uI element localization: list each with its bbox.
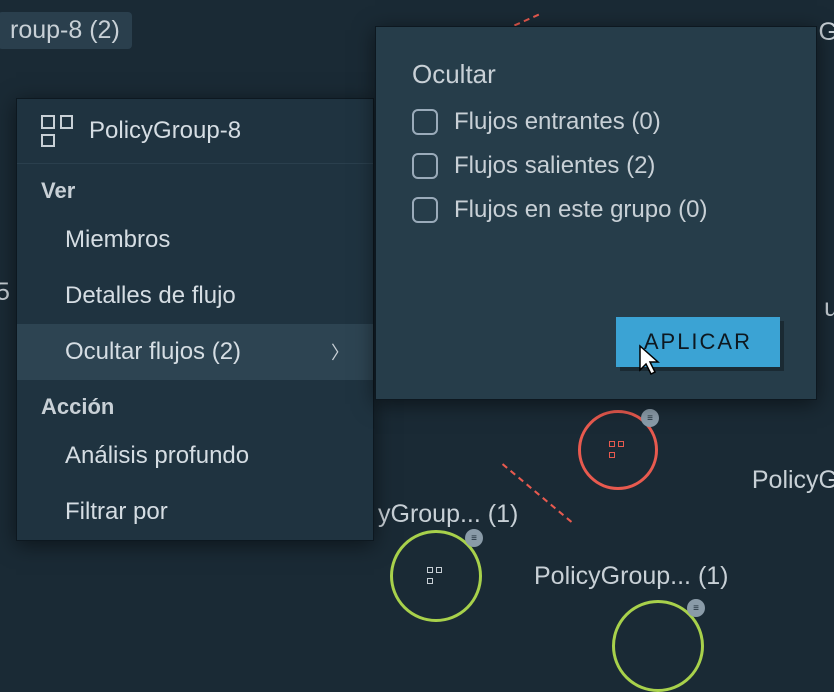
node-badge-icon: ≡ [465,529,483,547]
checkbox-label: Flujos entrantes (0) [454,108,661,136]
menu-item-deep-analysis[interactable]: Análisis profundo [17,428,373,484]
graph-node[interactable]: ≡ [578,410,658,490]
menu-section-view: Ver [17,164,373,212]
checkbox-icon [412,109,438,135]
menu-item-label: Ocultar flujos (2) [65,338,241,366]
submenu-title: Ocultar [412,59,780,90]
checkbox-label: Flujos en este grupo (0) [454,196,707,224]
graph-node[interactable]: ≡ [390,530,482,622]
apply-button[interactable]: APLICAR [616,317,780,367]
bg-node-label: PolicyGroup... (1) [534,562,729,591]
bg-node-label: yGroup... (1) [378,500,518,529]
group-icon [609,441,627,459]
checkbox-group-flows[interactable]: Flujos en este grupo (0) [412,196,780,224]
menu-header: PolicyGroup-8 [17,99,373,164]
context-menu: PolicyGroup-8 Ver Miembros Detalles de f… [16,98,374,541]
bg-node-label: roup-8 (2) [0,12,132,49]
menu-item-label: Detalles de flujo [65,282,236,310]
graph-node[interactable]: ≡ [612,600,704,692]
menu-item-flow-details[interactable]: Detalles de flujo [17,268,373,324]
checkbox-label: Flujos salientes (2) [454,152,655,180]
menu-item-label: Miembros [65,226,170,254]
bg-node-label: 5 [0,278,10,307]
group-icon [427,567,445,585]
menu-item-label: Filtrar por [65,498,168,526]
bg-node-label: u [824,294,834,323]
menu-title: PolicyGroup-8 [89,117,241,145]
menu-item-filter-by[interactable]: Filtrar por [17,484,373,540]
checkbox-icon [412,153,438,179]
group-icon [41,115,73,147]
checkbox-incoming-flows[interactable]: Flujos entrantes (0) [412,108,780,136]
checkbox-outgoing-flows[interactable]: Flujos salientes (2) [412,152,780,180]
menu-item-hide-flows[interactable]: Ocultar flujos (2) 〉 [17,324,373,380]
checkbox-icon [412,197,438,223]
hide-flows-submenu: Ocultar Flujos entrantes (0) Flujos sali… [375,26,817,400]
menu-item-label: Análisis profundo [65,442,249,470]
bg-node-label: G [819,18,834,47]
node-badge-icon: ≡ [687,599,705,617]
menu-section-action: Acción [17,380,373,428]
chevron-right-icon: 〉 [331,339,349,365]
bg-node-label: PolicyG [752,466,834,495]
menu-item-members[interactable]: Miembros [17,212,373,268]
node-badge-icon: ≡ [641,409,659,427]
